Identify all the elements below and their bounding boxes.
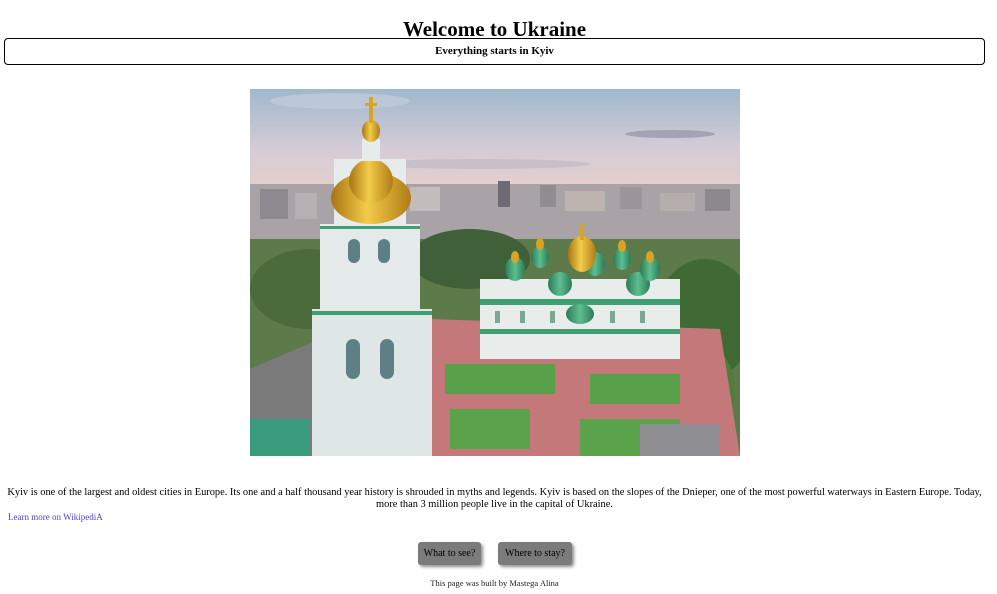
hero-image — [250, 89, 740, 456]
wikipedia-link[interactable]: Learn more on WikipediA — [8, 512, 103, 522]
footer-credit: This page was built by Mastega Alina — [430, 578, 559, 588]
subtitle-banner: Everything starts in Kyiv — [4, 38, 985, 65]
what-to-see-button[interactable]: What to see? — [418, 542, 481, 565]
where-to-stay-button[interactable]: Where to stay? — [498, 542, 572, 565]
kyiv-description: Kyiv is one of the largest and oldest ci… — [7, 487, 982, 511]
